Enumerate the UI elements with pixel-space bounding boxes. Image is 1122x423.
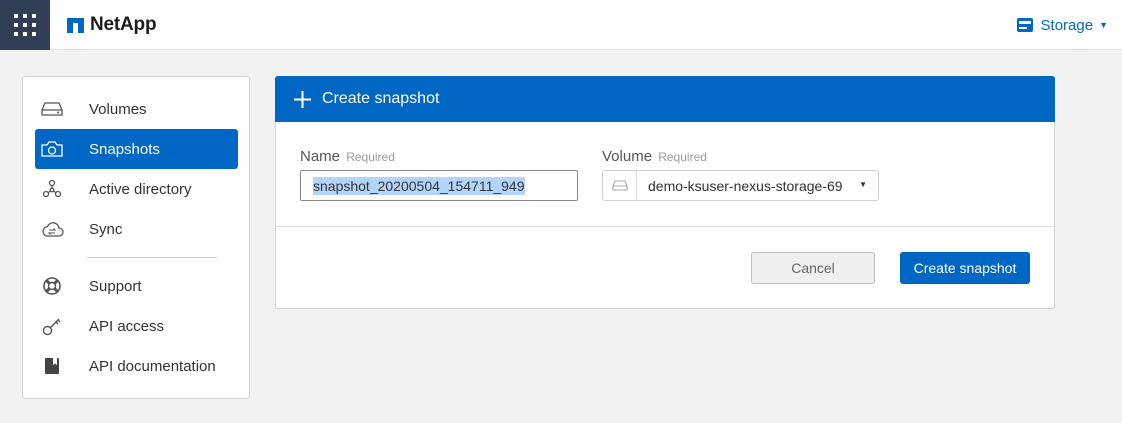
volume-required-text: Required <box>658 150 707 164</box>
sidebar-item-active-directory[interactable]: Active directory <box>35 169 238 209</box>
lifebuoy-icon <box>37 266 67 306</box>
name-field-label: Name Required <box>300 148 395 165</box>
sidebar-item-label: Snapshots <box>89 140 160 158</box>
snapshot-name-value: snapshot_20200504_154711_949 <box>313 176 525 195</box>
sidebar-divider <box>87 257 217 258</box>
apps-grid-icon[interactable] <box>0 0 50 50</box>
panel-header: Create snapshot <box>275 76 1055 122</box>
sidebar-item-snapshots[interactable]: Snapshots <box>35 129 238 169</box>
sidebar: Volumes Snapshots Active directory Sync … <box>22 76 250 399</box>
caret-down-icon: ▼ <box>859 180 867 189</box>
sidebar-item-api-documentation[interactable]: API documentation <box>35 346 238 386</box>
create-snapshot-panel: Create snapshot Name Required snapshot_2… <box>275 76 1055 309</box>
drive-icon <box>37 89 67 129</box>
name-required-text: Required <box>346 150 395 164</box>
sidebar-item-label: Volumes <box>89 100 147 118</box>
drive-icon <box>603 171 637 200</box>
plus-icon <box>294 90 311 108</box>
snapshot-name-input[interactable]: snapshot_20200504_154711_949 <box>300 170 578 201</box>
name-label-text: Name <box>300 148 341 165</box>
sidebar-item-label: API access <box>89 317 165 335</box>
sidebar-item-label: Active directory <box>89 180 192 198</box>
storage-menu[interactable]: Storage ▼ <box>1016 14 1108 36</box>
volume-selected-value: demo-ksuser-nexus-storage-69 <box>648 177 843 194</box>
sidebar-item-label: Sync <box>89 220 123 238</box>
volume-field-label: Volume Required <box>602 148 707 165</box>
cancel-button[interactable]: Cancel <box>751 252 875 284</box>
sidebar-item-support[interactable]: Support <box>35 266 238 306</box>
netapp-logo[interactable]: NetApp <box>67 13 157 37</box>
caret-down-icon: ▼ <box>1099 20 1108 30</box>
brand-name: NetApp <box>90 14 157 35</box>
sidebar-item-volumes[interactable]: Volumes <box>35 89 238 129</box>
volume-label-text: Volume <box>602 148 653 165</box>
sidebar-item-label: API documentation <box>89 357 216 375</box>
camera-icon <box>37 129 67 169</box>
panel-title: Create snapshot <box>322 90 440 107</box>
storage-icon <box>1016 18 1033 32</box>
sidebar-item-label: Support <box>89 277 142 295</box>
panel-divider <box>276 226 1054 227</box>
book-icon <box>37 346 67 386</box>
top-bar: NetApp Storage ▼ <box>0 0 1122 50</box>
storage-menu-label: Storage <box>1040 16 1094 34</box>
netapp-logo-icon <box>67 17 84 33</box>
sidebar-item-api-access[interactable]: API access <box>35 306 238 346</box>
sidebar-item-sync[interactable]: Sync <box>35 209 238 249</box>
create-snapshot-button[interactable]: Create snapshot <box>900 252 1030 284</box>
network-nodes-icon <box>37 169 67 209</box>
key-icon <box>37 306 67 346</box>
cloud-sync-icon <box>37 209 67 249</box>
volume-select[interactable]: demo-ksuser-nexus-storage-69 ▼ <box>602 170 879 201</box>
